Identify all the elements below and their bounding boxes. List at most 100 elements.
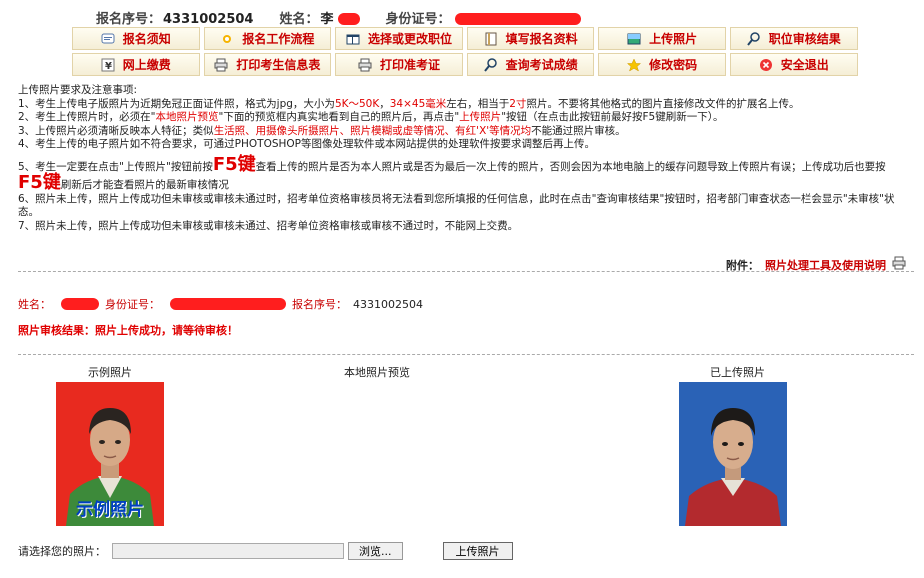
position-icon: [346, 32, 360, 46]
menu-notice-button[interactable]: 报名须知: [72, 27, 200, 50]
main-menu: 报名须知 报名工作流程 选择或更改职位 填写报名资料 上传照片 职位审核结果 ¥…: [72, 27, 862, 76]
info-reg-label: 报名序号：: [292, 298, 347, 311]
upload-row: 请选择您的照片： 浏览... 上传照片: [18, 542, 513, 560]
menu-score-query-button[interactable]: 查询考试成绩: [466, 53, 595, 76]
req-text: 刷新后才能查看照片的最新审核情况: [60, 179, 229, 191]
menu-label: 报名工作流程: [242, 32, 315, 46]
requirement-item-5: 5、考生一定要在点击"上传照片"按钮前按F5键查看上传的照片是否为本人照片或是否…: [18, 153, 908, 193]
divider: [18, 354, 914, 355]
menu-change-password-button[interactable]: 修改密码: [598, 53, 726, 76]
header-id-label: 身份证号：: [385, 11, 451, 27]
req-text: 不能通过照片审核。: [531, 124, 626, 137]
form-icon: [484, 32, 498, 46]
req-text: 2、考生上传照片时，必须在": [18, 111, 156, 123]
menu-label: 打印考生信息表: [236, 58, 321, 72]
req-highlight: 34×45毫米: [389, 97, 447, 110]
menu-print-info-button[interactable]: 打印考生信息表: [203, 53, 332, 76]
printer-icon: [214, 58, 228, 72]
menu-workflow-button[interactable]: 报名工作流程: [203, 27, 332, 50]
req-text: "按钮（在点击此按钮前最好按F5键刷新一下）。: [501, 111, 724, 123]
attachment-label: 附件：: [726, 258, 759, 272]
req-highlight: 2寸: [509, 97, 527, 110]
requirement-item-3: 3、上传照片必须清晰反映本人特征；类似生活照、用摄像头所摄照片、照片模糊或虚等情…: [18, 125, 908, 139]
star-icon: [627, 57, 642, 72]
menu-label: 网上缴费: [122, 58, 171, 72]
header-name: 姓名：李: [279, 8, 360, 27]
svg-text:¥: ¥: [105, 61, 112, 72]
exit-icon: [759, 58, 773, 72]
req-text: 5、考生一定要在点击"上传照片"按钮前按: [18, 160, 213, 173]
printer-icon: [358, 58, 372, 72]
req-highlight: 本地照片预览: [155, 111, 219, 123]
menu-label: 安全退出: [780, 58, 829, 72]
req-text: 3、上传照片必须清晰反映本人特征；类似: [18, 124, 214, 137]
menu-label: 选择或更改职位: [367, 32, 452, 46]
printer-icon: [892, 256, 906, 273]
menu-upload-photo-button[interactable]: 上传照片: [598, 27, 726, 50]
yen-icon: ¥: [101, 58, 115, 72]
header-name-label: 姓名：: [279, 11, 319, 27]
attachment: 附件： 照片处理工具及使用说明: [726, 256, 906, 273]
applicant-info: 姓名： 身份证号： 报名序号： 4331002504: [18, 296, 423, 312]
menu-logout-button[interactable]: 安全退出: [729, 53, 858, 76]
upload-label: 请选择您的照片：: [18, 545, 106, 558]
menu-label: 报名须知: [122, 32, 171, 46]
header-name-value: 李: [320, 11, 334, 27]
header-reg: 报名序号： 4331002504: [96, 8, 253, 27]
photo-tool-link[interactable]: 照片处理工具及使用说明: [765, 257, 886, 273]
photo-requirements: 上传照片要求及注意事项: 1、考生上传电子版照片为近期免冠正面证件照，格式为jp…: [18, 84, 908, 233]
preview-photo-title: 本地照片预览: [344, 366, 410, 379]
req-text: ，: [379, 97, 390, 110]
search-icon: [483, 57, 498, 72]
requirement-item-7: 7、照片未上传，照片上传成功但未审核或审核未通过、招考单位资格审核或审核不通过时…: [18, 219, 519, 232]
req-text: 左右，相当于: [446, 97, 510, 110]
uploaded-photo: [679, 382, 787, 526]
req-highlight: 5K～50K: [334, 97, 380, 110]
browse-button[interactable]: 浏览...: [348, 542, 403, 560]
menu-print-ticket-button[interactable]: 打印准考证: [335, 53, 463, 76]
req-text: 1、考生上传电子版照片为近期免冠正面证件照，格式为jpg，大小为: [18, 97, 335, 110]
search-icon: [746, 31, 761, 46]
info-name-label: 姓名：: [18, 298, 51, 311]
redaction-mark: [337, 13, 360, 25]
menu-label: 填写报名资料: [505, 32, 578, 46]
redaction-mark: [61, 298, 99, 310]
redaction-mark: [454, 13, 581, 25]
req-key-highlight: F5键: [18, 172, 61, 193]
menu-position-button[interactable]: 选择或更改职位: [335, 27, 463, 50]
requirement-item-2: 2、考生上传照片时，必须在"本地照片预览"下面的预览框内真实地看到自己的照片后，…: [18, 111, 908, 125]
header-reg-label: 报名序号：: [96, 11, 162, 27]
req-highlight: 上传照片: [459, 111, 502, 123]
sample-photo-title: 示例照片: [88, 366, 132, 379]
photo-file-input[interactable]: [112, 543, 344, 559]
req-text: 照片。不要将其他格式的图片直接修改文件的扩展名上传。: [526, 97, 800, 110]
menu-label: 修改密码: [649, 58, 698, 72]
sample-photo: 示例照片: [56, 382, 164, 526]
req-text: "下面的预览框内真实地看到自己的照片后，再点击": [218, 111, 460, 123]
menu-online-payment-button[interactable]: ¥ 网上缴费: [72, 53, 200, 76]
header-id: 身份证号：: [386, 8, 581, 27]
info-reg-value: 4331002504: [353, 297, 423, 311]
req-text: 查看上传的照片是否为本人照片或是否为最后一次上传的照片，否则会因为本地电脑上的缓…: [255, 160, 886, 173]
flow-icon: [220, 32, 234, 46]
menu-fill-form-button[interactable]: 填写报名资料: [466, 27, 595, 50]
menu-position-result-button[interactable]: 职位审核结果: [729, 27, 858, 50]
sample-photo-caption: 示例照片: [76, 500, 144, 520]
requirements-title: 上传照片要求及注意事项:: [18, 84, 138, 96]
notice-icon: [101, 32, 115, 46]
requirement-item-4: 4、考生上传的电子照片如不符合要求，可通过PHOTOSHOP等图像处理软件或本网…: [18, 138, 596, 150]
menu-label: 上传照片: [649, 32, 698, 46]
review-result: 照片审核结果：照片上传成功，请等待审核！: [18, 324, 238, 337]
requirement-item-1: 1、考生上传电子版照片为近期免冠正面证件照，格式为jpg，大小为5K～50K，3…: [18, 98, 908, 112]
req-key-highlight: F5键: [212, 153, 256, 175]
photo-icon: [627, 32, 641, 46]
applicant-header: 报名序号： 4331002504 姓名：李 身份证号：: [96, 6, 581, 28]
req-highlight: 生活照、用摄像头所摄照片、照片模糊或虚等情况、有红'X'等情况均: [213, 124, 532, 137]
redaction-mark: [170, 298, 286, 310]
uploaded-photo-title: 已上传照片: [710, 366, 765, 379]
menu-label: 打印准考证: [379, 58, 440, 72]
menu-label: 职位审核结果: [768, 32, 841, 46]
requirement-item-6: 6、照片未上传，照片上传成功但未审核或审核未通过时，招考单位资格审核员将无法看到…: [18, 192, 895, 219]
info-id-label: 身份证号：: [105, 298, 160, 311]
upload-photo-button[interactable]: 上传照片: [442, 542, 513, 560]
